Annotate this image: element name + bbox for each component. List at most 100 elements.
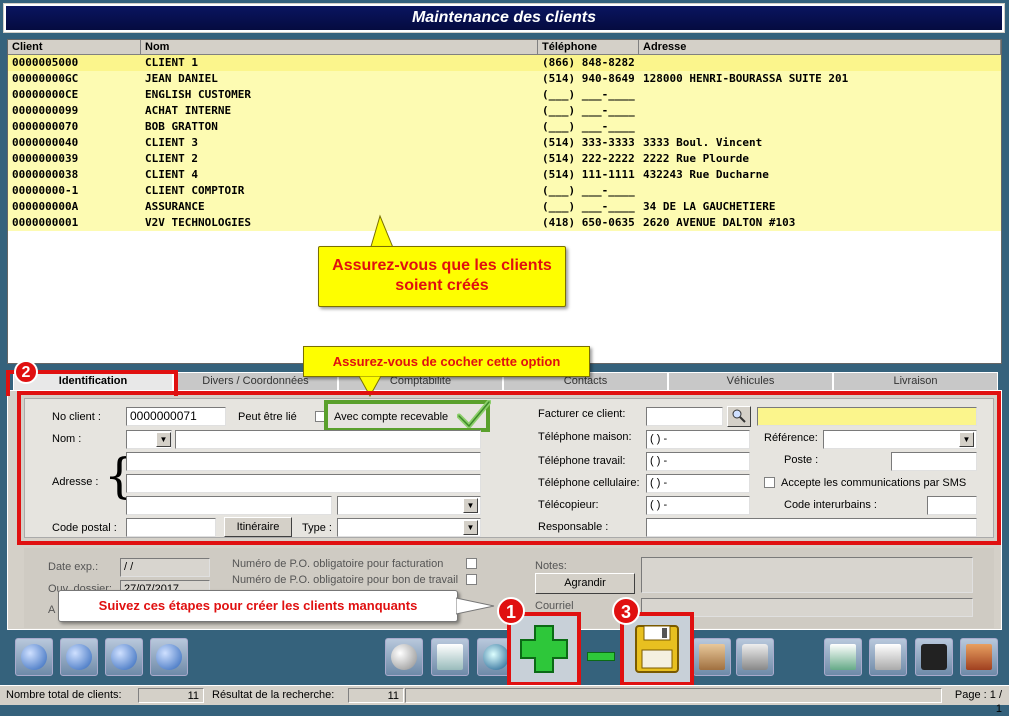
callout-steps-pointer — [456, 597, 495, 615]
po-facturation-checkbox[interactable] — [466, 558, 477, 569]
table-row[interactable]: 00000000GC JEAN DANIEL (514) 940-8649 12800… — [8, 71, 1001, 87]
table-row[interactable]: 0000005000 CLIENT 1 (866) 848-8282 — [8, 55, 1001, 71]
table-row[interactable]: 0000000038 CLIENT 4 (514) 111-1111 432243 R… — [8, 167, 1001, 183]
province-select[interactable] — [337, 496, 481, 515]
interurbains-field[interactable] — [927, 496, 977, 515]
table-row[interactable]: 0000000040 CLIENT 3 (514) 333-3333 3333 Bou… — [8, 135, 1001, 151]
po-facturation-label: Numéro de P.O. obligatoire pour facturat… — [232, 558, 444, 570]
cell-telephone: (418) 650-0635 — [542, 216, 635, 229]
cell-nom: CLIENT 4 — [145, 168, 198, 181]
cell-adresse — [639, 119, 1001, 135]
responsable-field[interactable] — [646, 518, 977, 537]
agrandir-button[interactable]: Agrandir — [535, 573, 635, 594]
column-header-client[interactable]: Client — [8, 40, 141, 54]
table-row[interactable]: 00000000CE ENGLISH CUSTOMER (___) ___-____ — [8, 87, 1001, 103]
province-dropdown-icon[interactable]: ▼ — [463, 498, 478, 513]
table-row[interactable]: 0000000001 V2V TECHNOLOGIES (418) 650-0635… — [8, 215, 1001, 231]
po-bon-travail-label: Numéro de P.O. obligatoire pour bon de t… — [232, 574, 459, 586]
status-empty-pane — [405, 688, 942, 703]
cell-client: 0000005000 — [12, 56, 79, 69]
title-bar: Maintenance des clients — [3, 3, 1005, 33]
column-header-telephone[interactable]: Téléphone — [538, 40, 639, 54]
telecopieur-field[interactable]: ( ) - — [646, 496, 750, 515]
code-postal-label: Code postal : — [52, 522, 117, 534]
column-header-nom[interactable]: Nom — [141, 40, 538, 54]
previous-record-icon — [66, 644, 92, 670]
type-label: Type : — [302, 522, 332, 534]
date-exp-field[interactable]: / / — [120, 558, 210, 577]
checkmark-icon[interactable] — [457, 400, 491, 428]
first-record-button[interactable] — [15, 638, 53, 676]
briefcase-icon — [921, 644, 947, 670]
itineraire-button[interactable]: Itinéraire — [224, 517, 292, 537]
search-result-value: 11 — [348, 688, 404, 703]
poste-field[interactable] — [891, 452, 977, 471]
mail-icon — [830, 644, 856, 670]
cell-telephone: (___) ___-____ — [542, 200, 635, 213]
printer-icon — [742, 644, 768, 670]
facturer-field[interactable] — [646, 407, 723, 426]
next-record-button[interactable] — [105, 638, 143, 676]
po-bon-travail-checkbox[interactable] — [466, 574, 477, 585]
code-postal-field[interactable] — [126, 518, 216, 537]
no-client-field[interactable]: 0000000071 — [126, 407, 226, 426]
previous-record-button[interactable] — [60, 638, 98, 676]
tab-livraison[interactable]: Livraison — [833, 372, 998, 390]
tab-vehicules[interactable]: Véhicules — [668, 372, 833, 390]
table-row[interactable]: 00000000-1 CLIENT COMPTOIR (___) ___-____ — [8, 183, 1001, 199]
type-select[interactable] — [337, 518, 481, 537]
print-preview-button[interactable] — [693, 638, 731, 676]
notes-field[interactable] — [641, 557, 973, 593]
folder-icon — [699, 644, 725, 670]
title-dropdown-icon[interactable]: ▼ — [156, 432, 171, 447]
table-row[interactable]: 0000000070 BOB GRATTON (___) ___-____ — [8, 119, 1001, 135]
client-maintenance-window: Maintenance des clients Client Nom Télép… — [0, 0, 1009, 715]
exit-button[interactable] — [960, 638, 998, 676]
email-button[interactable] — [824, 638, 862, 676]
facturer-name-field — [757, 407, 977, 426]
briefcase-button[interactable] — [915, 638, 953, 676]
add-client-button[interactable] — [507, 612, 581, 686]
clients-grid[interactable]: Client Nom Téléphone Adresse 0000005000 C… — [7, 39, 1002, 364]
adresse-line1-field[interactable] — [126, 452, 481, 471]
cell-client: 0000000099 — [12, 104, 79, 117]
cell-adresse — [639, 103, 1001, 119]
tel-cellulaire-field[interactable]: ( ) - — [646, 474, 750, 493]
cell-nom: CLIENT 3 — [145, 136, 198, 149]
total-clients-label: Nombre total de clients: — [6, 689, 122, 701]
cell-nom: V2V TECHNOLOGIES — [145, 216, 251, 229]
column-header-adresse[interactable]: Adresse — [639, 40, 1001, 54]
cell-nom: ASSURANCE — [145, 200, 205, 213]
adresse-line2-field[interactable] — [126, 474, 481, 493]
cell-adresse: 3333 Boul. Vincent — [643, 136, 763, 149]
table-row[interactable]: 0000000099 ACHAT INTERNE (___) ___-____ — [8, 103, 1001, 119]
tel-travail-field[interactable]: ( ) - — [646, 452, 750, 471]
report-button[interactable] — [869, 638, 907, 676]
cell-nom: ACHAT INTERNE — [145, 104, 232, 117]
search-button[interactable] — [385, 638, 423, 676]
status-bar: Nombre total de clients: 11 Résultat de … — [0, 685, 1009, 715]
no-client-label: No client : — [52, 411, 101, 423]
table-row[interactable]: 0000000039 CLIENT 2 (514) 222-2222 2222 Rue… — [8, 151, 1001, 167]
cell-adresse: 128000 HENRI-BOURASSA SUITE 201 — [643, 72, 849, 85]
tel-cellulaire-label: Téléphone cellulaire: — [538, 477, 640, 489]
nom-field[interactable] — [175, 430, 481, 449]
table-row[interactable]: 000000000A ASSURANCE (___) ___-____ 34 DE L… — [8, 199, 1001, 215]
ville-field[interactable] — [126, 496, 332, 515]
search-result-label: Résultat de la recherche: — [212, 689, 335, 701]
tel-maison-field[interactable]: ( ) - — [646, 430, 750, 449]
lookup-button[interactable] — [727, 406, 751, 427]
print-button[interactable] — [736, 638, 774, 676]
list-button[interactable] — [431, 638, 469, 676]
tel-travail-label: Téléphone travail: — [538, 455, 626, 467]
cell-client: 0000000038 — [12, 168, 79, 181]
reference-select[interactable] — [823, 430, 977, 449]
sms-checkbox[interactable] — [764, 477, 775, 488]
reference-label: Référence: — [764, 432, 818, 444]
reference-dropdown-icon[interactable]: ▼ — [959, 432, 974, 447]
peut-etre-lie-label: Peut être lié — [238, 411, 297, 423]
avec-compte-label: Avec compte recevable — [334, 411, 449, 423]
find-icon — [483, 644, 509, 670]
last-record-button[interactable] — [150, 638, 188, 676]
type-dropdown-icon[interactable]: ▼ — [463, 520, 478, 535]
